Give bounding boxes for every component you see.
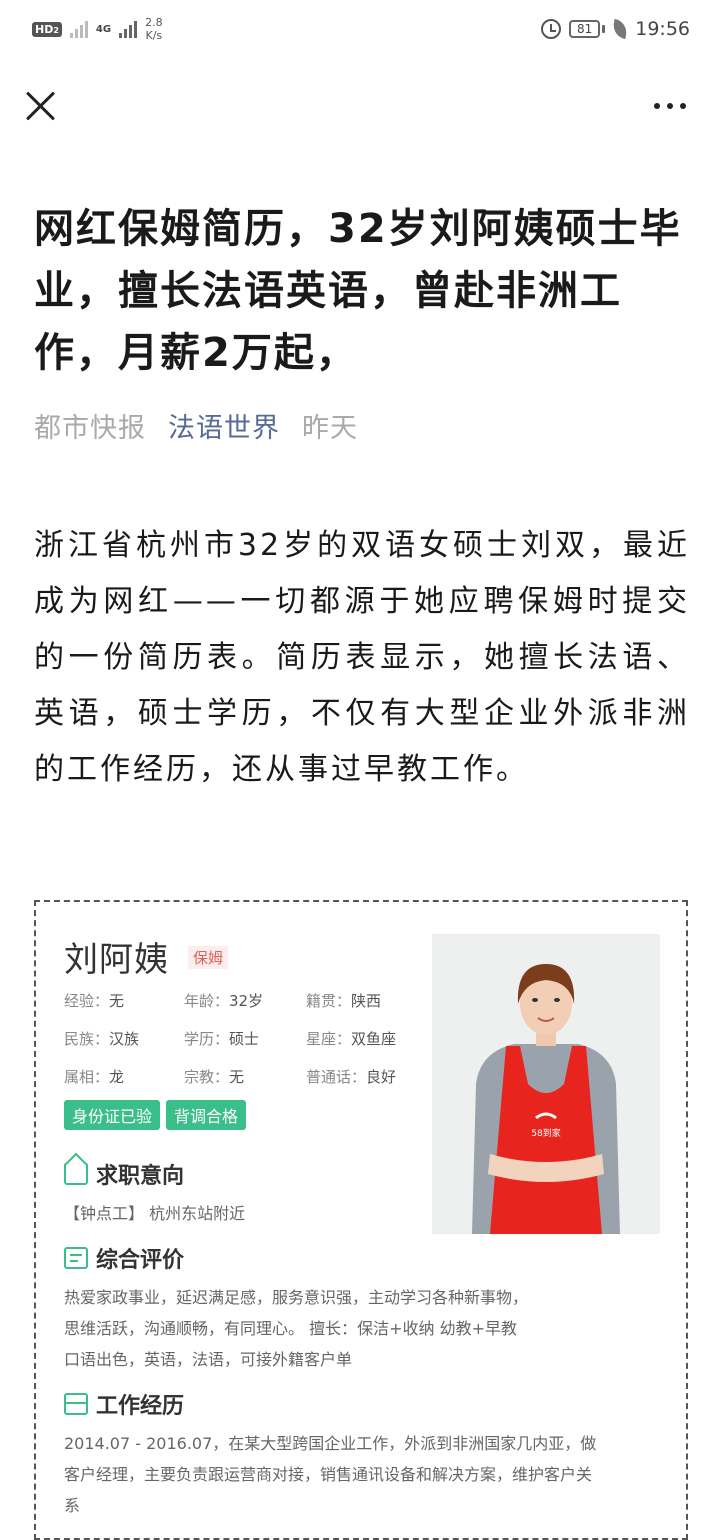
job-intent-heading: 求职意向	[64, 1158, 184, 1190]
network-speed: 2.8 K/s	[145, 16, 163, 42]
article-intro: 浙江省杭州市32岁的双语女硕士刘双，最近成为网红——一切都源于她应聘保姆时提交的…	[34, 528, 690, 787]
eco-leaf-icon	[611, 18, 629, 40]
nav-bar	[0, 70, 720, 142]
work-text: 2014.07 - 2016.07，在某大型跨国企业工作，外派到非洲国家几内亚，…	[64, 1434, 597, 1515]
profile-photo: 58到家	[432, 934, 660, 1234]
home-icon	[64, 1163, 88, 1185]
job-intent-text: 【钟点工】 杭州东站附近	[64, 1204, 246, 1223]
info-item: 属相：龙	[64, 1068, 125, 1086]
info-item: 学历：硕士	[184, 1030, 260, 1048]
resume-info-grid: 经验：无 年龄：32岁 籍贯：陕西 民族：汉族 学历：硕士 星座：双鱼座 属相：…	[64, 990, 434, 1087]
article-meta: 都市快报 法语世界 昨天	[34, 406, 358, 445]
work-heading: 工作经历	[64, 1388, 184, 1420]
resume-name: 刘阿姨	[64, 940, 169, 980]
article-date: 昨天	[302, 413, 358, 444]
clock: 19:56	[635, 18, 690, 40]
info-item: 宗教：无	[184, 1068, 245, 1086]
info-item: 星座：双鱼座	[306, 1030, 397, 1048]
alarm-icon	[540, 19, 561, 39]
battery-icon: 81	[568, 20, 606, 38]
evaluation-heading: 综合评价	[64, 1242, 184, 1274]
status-right: 81 19:56	[540, 18, 690, 40]
comment-icon	[64, 1247, 88, 1269]
status-left: HD2 4G 2.8 K/s	[32, 16, 163, 42]
info-item: 年龄：32岁	[184, 992, 264, 1010]
info-item: 普通话：良好	[306, 1068, 397, 1086]
close-icon[interactable]	[24, 89, 58, 123]
info-item: 民族：汉族	[64, 1030, 140, 1048]
id-verified-badge: 身份证已验	[64, 1100, 161, 1130]
nanny-portrait: 58到家	[432, 934, 660, 1234]
signal-2-icon	[119, 20, 138, 38]
resume-image[interactable]: 刘阿姨 保姆 经验：无 年龄：32岁 籍贯：陕西 民族：汉族 学历：硕士 星座：…	[34, 900, 688, 1540]
info-item: 籍贯：陕西	[306, 992, 382, 1010]
apron-logo-text: 58到家	[531, 1127, 560, 1139]
info-item: 经验：无	[64, 992, 125, 1010]
battery-level: 81	[568, 20, 601, 38]
background-check-badge: 背调合格	[166, 1100, 247, 1130]
briefcase-icon	[64, 1393, 88, 1415]
account-link[interactable]: 法语世界	[168, 406, 280, 445]
network-type: 4G	[95, 23, 112, 35]
article-source: 都市快报	[34, 413, 146, 444]
evaluation-text: 热爱家政事业，延迟满足感，服务意识强，主动学习各种新事物， 思维活跃，沟通顺畅，…	[64, 1288, 529, 1369]
status-bar: HD2 4G 2.8 K/s 81 19:56	[0, 0, 720, 58]
more-options-icon[interactable]	[654, 103, 686, 109]
article-title: 网红保姆简历，32岁刘阿姨硕士毕业，擅长法语英语，曾赴非洲工作，月薪2万起，	[34, 206, 682, 376]
resume-tag: 保姆	[188, 946, 229, 969]
verification-badges: 身份证已验 背调合格	[64, 1100, 247, 1130]
hd-badge: HD2	[32, 21, 62, 37]
signal-1-icon	[69, 20, 88, 38]
